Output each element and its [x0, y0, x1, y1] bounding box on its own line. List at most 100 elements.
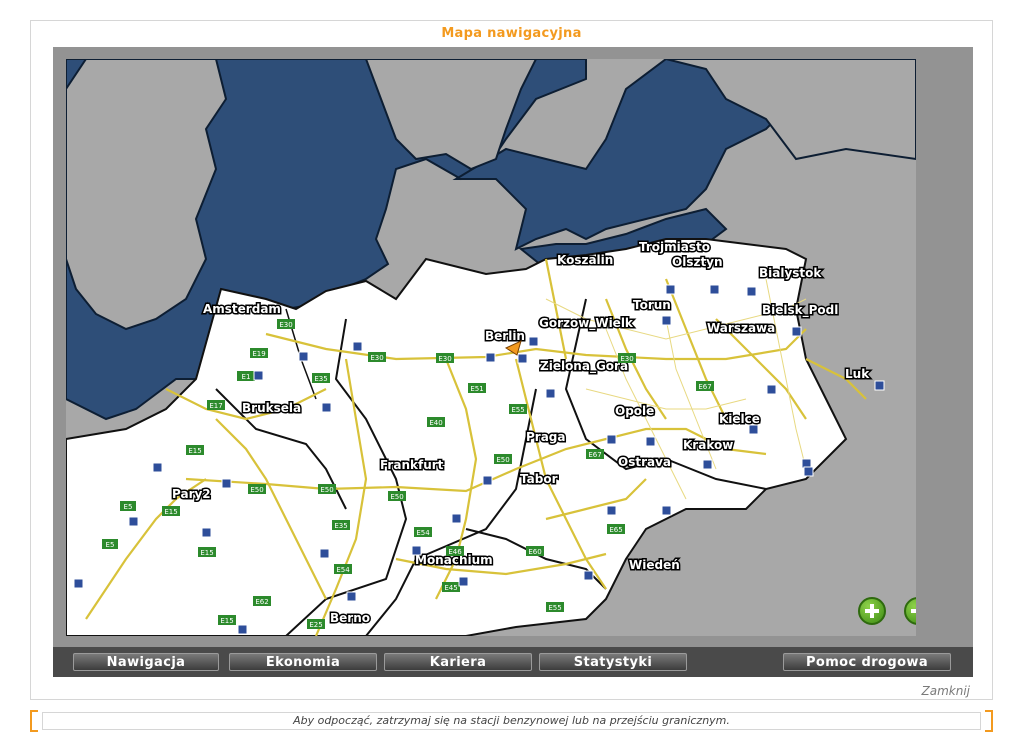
svg-text:E54: E54 — [336, 566, 350, 574]
svg-text:E65: E65 — [609, 526, 622, 534]
city-krakow[interactable]: Krakow — [682, 437, 735, 454]
city-bialystok[interactable]: Bialystok — [758, 265, 824, 282]
svg-text:E15: E15 — [220, 617, 233, 625]
nav-button-statystyki[interactable]: Statystyki — [539, 653, 687, 671]
city-koszalin[interactable]: Koszalin — [556, 252, 615, 269]
road-sign: E15 — [162, 506, 180, 516]
road-sign: E50 — [248, 484, 266, 494]
city-pary2[interactable]: Pary2 — [171, 486, 213, 503]
road-sign: E25 — [307, 619, 325, 629]
svg-text:E62: E62 — [255, 598, 268, 606]
road-sign: E19 — [250, 348, 268, 358]
road-sign: E15 — [218, 615, 236, 625]
road-sign: E67 — [696, 381, 714, 391]
svg-text:E46: E46 — [448, 548, 462, 556]
svg-text:E45: E45 — [444, 584, 457, 592]
svg-text:E50: E50 — [496, 456, 509, 464]
svg-text:E55: E55 — [548, 604, 561, 612]
svg-text:E5: E5 — [124, 503, 133, 511]
navigation-map-window: Mapa nawigacyjna Amsterdam Bruksela Pary… — [30, 20, 993, 700]
svg-text:E30: E30 — [438, 355, 451, 363]
svg-text:E60: E60 — [528, 548, 541, 556]
zoom-in-icon[interactable] — [858, 597, 886, 625]
map-frame: Amsterdam Bruksela Pary2 Frankfurt Berli… — [53, 47, 973, 677]
svg-text:E25: E25 — [309, 621, 322, 629]
svg-text:E30: E30 — [279, 321, 292, 329]
road-sign: E54 — [334, 564, 352, 574]
svg-text:E40: E40 — [429, 419, 442, 427]
road-sign: E51 — [468, 383, 486, 393]
road-sign: E45 — [442, 582, 460, 592]
city-zielona-gora[interactable]: Zielona_Gora — [539, 358, 630, 376]
svg-text:E35: E35 — [314, 375, 327, 383]
road-sign: E35 — [312, 373, 330, 383]
svg-text:E30: E30 — [620, 355, 633, 363]
tip-bar: Aby odpocząć, zatrzymaj się na stacji be… — [30, 710, 993, 734]
tip-bracket-left — [30, 710, 38, 732]
nav-button-ekonomia[interactable]: Ekonomia — [229, 653, 377, 671]
tip-bracket-right — [985, 710, 993, 732]
nav-button-nawigacja[interactable]: Nawigacja — [73, 653, 219, 671]
svg-text:E67: E67 — [698, 383, 711, 391]
city-torun[interactable]: Torun — [632, 297, 673, 314]
road-sign: E15 — [186, 445, 204, 455]
road-sign: E5 — [120, 501, 136, 511]
svg-text:E55: E55 — [511, 406, 524, 414]
map-svg[interactable]: Amsterdam Bruksela Pary2 Frankfurt Berli… — [66, 59, 916, 636]
road-sign: E30 — [436, 353, 454, 363]
svg-text:E15: E15 — [164, 508, 177, 516]
city-kielce[interactable]: Kielce — [718, 411, 762, 428]
svg-text:E35: E35 — [334, 522, 347, 530]
road-sign: E50 — [494, 454, 512, 464]
svg-text:E51: E51 — [470, 385, 483, 393]
road-sign: E35 — [332, 520, 350, 530]
road-sign: E55 — [546, 602, 564, 612]
city-opole[interactable]: Opole — [614, 403, 656, 420]
road-sign: E40 — [427, 417, 445, 427]
city-olsztyn[interactable]: Olsztyn — [671, 254, 725, 271]
road-sign: E50 — [318, 484, 336, 494]
city-warszawa[interactable]: Warszawa — [706, 320, 777, 337]
road-sign: E17 — [207, 400, 225, 410]
svg-text:E50: E50 — [320, 486, 333, 494]
svg-text:E1: E1 — [242, 373, 251, 381]
road-sign: E55 — [509, 404, 527, 414]
city-luk[interactable]: Luk — [844, 366, 872, 383]
city-bielsk-podl[interactable]: Bielsk_Podl — [761, 302, 840, 320]
close-button[interactable]: Zamknij — [922, 684, 971, 698]
city-bruksela[interactable]: Bruksela — [241, 400, 303, 417]
road-sign: E67 — [586, 449, 604, 459]
svg-text:E17: E17 — [209, 402, 222, 410]
tip-text: Aby odpocząć, zatrzymaj się na stacji be… — [42, 712, 981, 730]
navigation-map[interactable]: Amsterdam Bruksela Pary2 Frankfurt Berli… — [66, 59, 916, 636]
nav-button-pomoc-drogowa[interactable]: Pomoc drogowa — [783, 653, 951, 671]
svg-text:E19: E19 — [252, 350, 265, 358]
road-sign: E62 — [253, 596, 271, 606]
city-wieden[interactable]: Wiedeń — [628, 557, 682, 574]
road-sign: E1 — [237, 371, 255, 381]
city-tabor[interactable]: Tabor — [519, 471, 560, 488]
svg-text:E15: E15 — [200, 549, 213, 557]
road-sign: E15 — [198, 547, 216, 557]
road-sign: E30 — [618, 353, 636, 363]
city-amsterdam[interactable]: Amsterdam — [202, 301, 283, 318]
svg-text:E30: E30 — [370, 354, 383, 362]
city-berno[interactable]: Berno — [329, 610, 372, 627]
city-berlin[interactable]: Berlin — [484, 328, 527, 345]
road-sign: E30 — [277, 319, 295, 329]
city-ostrava[interactable]: Ostrava — [617, 454, 673, 471]
city-gorzow-wielk[interactable]: Gorzow_Wielk — [538, 315, 636, 333]
svg-text:E5: E5 — [106, 541, 115, 549]
road-sign: E30 — [368, 352, 386, 362]
city-frankfurt[interactable]: Frankfurt — [379, 457, 446, 474]
road-sign: E46 — [446, 546, 464, 556]
svg-text:E50: E50 — [250, 486, 263, 494]
svg-text:E67: E67 — [588, 451, 601, 459]
city-trojmiasto[interactable]: Trojmiasto — [638, 239, 712, 256]
nav-button-kariera[interactable]: Kariera — [384, 653, 532, 671]
road-sign: E65 — [607, 524, 625, 534]
road-sign: E60 — [526, 546, 544, 556]
city-praga[interactable]: Praga — [525, 429, 568, 446]
road-sign: E54 — [414, 527, 432, 537]
svg-text:E15: E15 — [188, 447, 201, 455]
